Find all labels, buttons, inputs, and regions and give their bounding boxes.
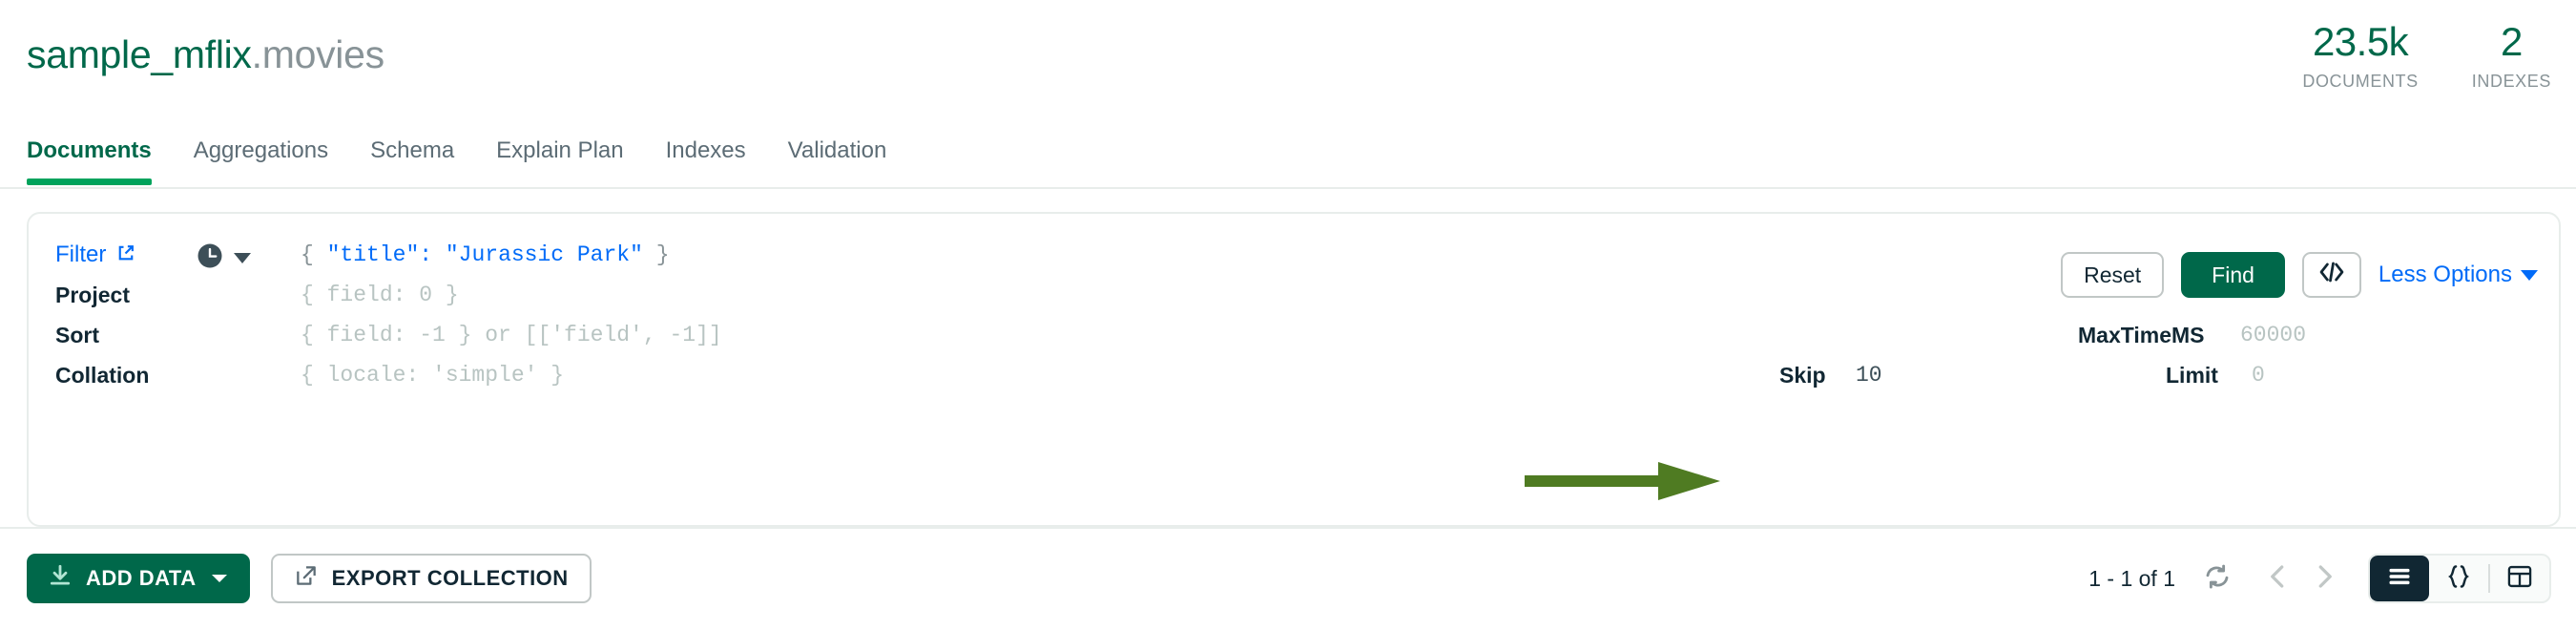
query-row-collation: Collation { locale: 'simple' } Skip 10 L… [29, 355, 2559, 395]
filter-close-brace: } [655, 242, 670, 267]
chevron-left-icon [2264, 562, 2293, 596]
list-view-button[interactable] [2370, 556, 2429, 601]
download-icon [48, 563, 73, 594]
sort-label: Sort [55, 323, 99, 347]
export-collection-label: EXPORT COLLECTION [331, 566, 569, 590]
pagination-range: 1 - 1 of 1 [2088, 565, 2175, 591]
tab-schema[interactable]: Schema [349, 130, 475, 183]
collation-label: Collation [55, 363, 150, 388]
query-history-button[interactable] [196, 242, 251, 275]
project-label: Project [55, 283, 130, 307]
namespace-separator: . [251, 32, 262, 76]
export-icon [294, 563, 319, 594]
bottom-toolbar-left: ADD DATA EXPORT COLLECTION [27, 554, 592, 603]
tab-validation[interactable]: Validation [767, 130, 908, 183]
view-mode-group [2368, 554, 2551, 603]
tab-indexes-label: Indexes [665, 137, 746, 163]
filter-colon: : [419, 242, 446, 267]
page-title: sample_mflix.movies [27, 32, 384, 77]
sort-input[interactable]: { field: -1 } or [['field', -1]] [301, 315, 722, 355]
right-arrow-annotation [1525, 458, 1725, 509]
bottom-toolbar-right: 1 - 1 of 1 [2088, 554, 2551, 603]
filter-key: "title" [326, 242, 420, 267]
skip-input[interactable]: 10 [1856, 355, 1882, 395]
maxtimems-input[interactable]: 60000 [2240, 315, 2306, 355]
limit-input[interactable]: 0 [2252, 355, 2265, 395]
query-bar-card: Filter {"title": "Jurassic Park"} Rese… [27, 212, 2561, 527]
skip-label: Skip [1779, 363, 1826, 388]
collation-input[interactable]: { locale: 'simple' } [301, 355, 564, 395]
query-row-sort: Sort { field: -1 } or [['field', -1]] Ma… [29, 315, 2559, 355]
refresh-button[interactable] [2194, 556, 2240, 601]
next-page-button[interactable] [2301, 556, 2347, 601]
collection-name: movies [261, 32, 384, 76]
clock-icon [196, 242, 224, 275]
filter-open-brace: { [301, 242, 314, 267]
tab-explain-plan-label: Explain Plan [496, 137, 624, 163]
table-view-button[interactable] [2490, 556, 2549, 601]
documents-count: 23.5k [2312, 19, 2409, 64]
query-row-project: Project { field: 0 } [29, 275, 2559, 315]
refresh-icon [2203, 562, 2232, 596]
stat-documents: 23.5k DOCUMENTS [2302, 21, 2418, 92]
mongodb-compass-collection-screen: sample_mflix.movies 23.5k DOCUMENTS 2 IN… [0, 0, 2576, 630]
filter-label-text: Filter [55, 242, 107, 267]
chevron-down-icon [210, 566, 229, 591]
filter-input[interactable]: { "title": "Jurassic Park" } [301, 235, 670, 275]
filter-label-link[interactable]: Filter [55, 235, 135, 276]
json-view-button[interactable] [2429, 556, 2488, 601]
tab-explain-plan[interactable]: Explain Plan [475, 130, 644, 183]
collection-bottom-toolbar: ADD DATA EXPORT COLLECTION 1 - 1 of 1 [0, 529, 2576, 630]
previous-page-button[interactable] [2255, 556, 2301, 601]
tab-documents[interactable]: Documents [27, 130, 173, 185]
tab-documents-label: Documents [27, 137, 152, 163]
tab-indexes[interactable]: Indexes [645, 130, 767, 183]
documents-label: DOCUMENTS [2302, 72, 2419, 91]
collection-stats: 23.5k DOCUMENTS 2 INDEXES [2302, 21, 2551, 92]
export-collection-button[interactable]: EXPORT COLLECTION [270, 554, 592, 603]
tab-schema-label: Schema [370, 137, 455, 163]
maxtimems-label: MaxTimeMS [2078, 323, 2205, 347]
tab-validation-label: Validation [787, 137, 887, 163]
stat-indexes: 2 INDEXES [2472, 21, 2551, 92]
list-icon [2386, 566, 2413, 592]
add-data-button[interactable]: ADD DATA [27, 554, 250, 603]
tab-aggregations-label: Aggregations [193, 137, 329, 163]
indexes-label: INDEXES [2471, 72, 2551, 91]
braces-icon [2445, 564, 2472, 594]
query-row-filter: Filter {"title": "Jurassic Park"} Rese… [29, 235, 2559, 298]
project-input[interactable]: { field: 0 } [301, 275, 459, 315]
add-data-label: ADD DATA [86, 566, 197, 590]
collection-tabbar: Documents Aggregations Schema Explain Pl… [0, 130, 2576, 189]
database-name: sample_mflix [27, 32, 252, 76]
indexes-count: 2 [2500, 19, 2523, 64]
tab-aggregations[interactable]: Aggregations [173, 130, 349, 183]
limit-label: Limit [2166, 363, 2218, 388]
filter-value: "Jurassic Park" [445, 242, 643, 267]
external-link-icon [116, 236, 135, 276]
chevron-right-icon [2310, 562, 2338, 596]
table-icon [2506, 564, 2533, 594]
chevron-down-icon [234, 253, 251, 263]
collection-header: sample_mflix.movies 23.5k DOCUMENTS 2 IN… [0, 0, 2576, 126]
